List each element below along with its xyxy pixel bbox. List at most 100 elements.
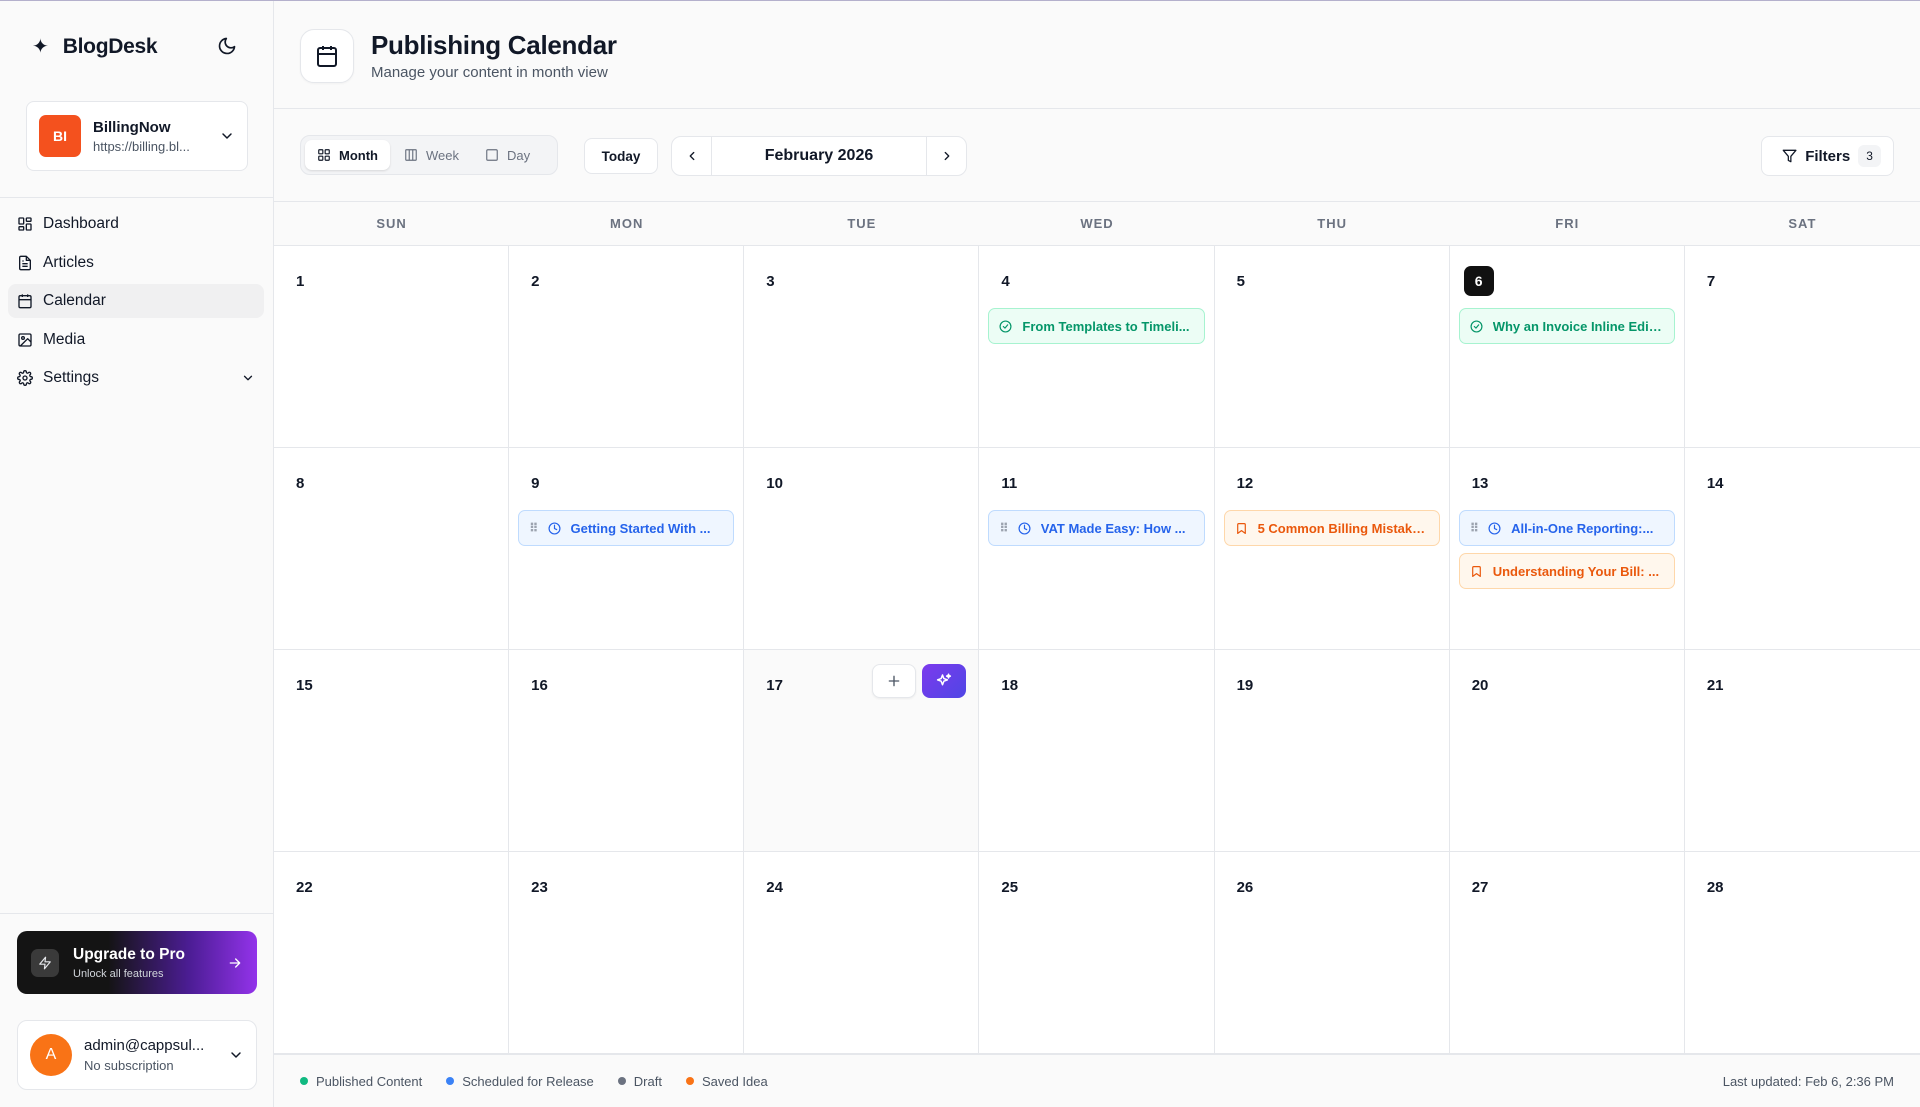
day-number: 21 [1706, 676, 1724, 694]
event-title: VAT Made Easy: How ... [1040, 520, 1186, 536]
drag-handle-icon[interactable]: ⠿ [1470, 521, 1479, 535]
day-events: Why an Invoice Inline Edit... [1458, 308, 1675, 351]
calendar-day-cell[interactable]: 18 [979, 650, 1215, 852]
add-post-button[interactable] [872, 664, 917, 698]
calendar-day-cell[interactable]: 14 [1684, 448, 1920, 650]
calendar-day-cell[interactable]: 22 [274, 852, 510, 1054]
status-legend: Published Content Scheduled for Release … [274, 1054, 1920, 1107]
calendar-day-cell[interactable]: 9 ⠿ Getting Started With ... [509, 448, 745, 650]
calendar-grid: 1 2 3 4 From Templates to Timeli... 5 6 Why an … [274, 246, 1920, 1054]
chevron-left-icon [689, 151, 694, 161]
chevron-right-icon [944, 151, 949, 161]
calendar-day-cell[interactable]: 13 ⠿ All-in-One Reporting:... Understanding… [1449, 448, 1685, 650]
calendar-day-cell[interactable]: 23 [509, 852, 745, 1054]
sidebar-item-articles[interactable]: Articles [8, 246, 264, 280]
day-events: 5 Common Billing Mistake... [1223, 510, 1440, 553]
event-idea[interactable]: Understanding Your Bill: ... [1458, 553, 1675, 589]
calendar-day-cell[interactable]: 19 [1214, 650, 1450, 852]
calendar-day-cell[interactable]: 21 [1684, 650, 1920, 852]
bookmark-icon [1470, 565, 1483, 578]
event-scheduled[interactable]: ⠿ Getting Started With ... [518, 510, 735, 546]
day-number: 13 [1471, 474, 1489, 492]
calendar-day-cell[interactable]: 24 [744, 852, 980, 1054]
upgrade-subtitle: Unlock all features [73, 967, 164, 980]
day-number: 8 [296, 474, 305, 492]
next-month-button[interactable] [926, 137, 966, 175]
filters-button[interactable]: Filters 3 [1761, 136, 1894, 176]
drag-handle-icon[interactable]: ⠿ [999, 521, 1008, 535]
image-icon [18, 332, 32, 347]
page-title: Publishing Calendar [371, 30, 617, 60]
view-week-button[interactable]: Week [392, 140, 471, 170]
page-subtitle: Manage your content in month view [371, 64, 608, 81]
event-published[interactable]: From Templates to Timeli... [988, 308, 1205, 344]
grid-icon [318, 149, 330, 161]
clock-icon [1488, 521, 1501, 535]
divider [0, 913, 273, 914]
day-number: 1 [296, 272, 305, 290]
workspace-switcher[interactable]: BI BillingNow https://billing.bl... [26, 101, 248, 171]
calendar-day-cell[interactable]: 8 [274, 448, 510, 650]
calendar-day-cell[interactable]: 4 From Templates to Timeli... [979, 246, 1215, 448]
sparkle-logo-icon: ✦ [32, 36, 49, 58]
day-number: 3 [766, 272, 775, 290]
calendar-day-cell[interactable]: 28 [1684, 852, 1920, 1054]
day-number: 9 [531, 474, 540, 492]
calendar-day-cell[interactable]: 26 [1214, 852, 1450, 1054]
divider [0, 197, 273, 198]
day-number: 15 [296, 676, 313, 694]
sidebar-item-calendar[interactable]: Calendar [8, 284, 264, 318]
legend-dot [617, 1077, 626, 1085]
day-number: 18 [1001, 676, 1019, 694]
day-events: ⠿ All-in-One Reporting:... Understanding Y… [1458, 510, 1675, 596]
bookmark-icon [1235, 522, 1248, 535]
sidebar-item-dashboard[interactable]: Dashboard [8, 207, 264, 241]
legend-item-draft: Draft [617, 1074, 662, 1089]
avatar: A [30, 1034, 72, 1076]
event-idea[interactable]: 5 Common Billing Mistake... [1223, 510, 1440, 546]
day-cell-actions [872, 664, 967, 698]
theme-toggle-button[interactable] [214, 33, 240, 59]
calendar-day-cell[interactable]: 11 ⠿ VAT Made Easy: How ... [979, 448, 1215, 650]
calendar-day-cell[interactable]: 7 [1684, 246, 1920, 448]
view-month-button[interactable]: Month [305, 140, 390, 170]
event-scheduled[interactable]: ⠿ VAT Made Easy: How ... [988, 510, 1205, 546]
legend-label: Published Content [316, 1073, 423, 1089]
calendar-day-cell[interactable]: 27 [1449, 852, 1685, 1054]
day-number: 23 [531, 878, 548, 896]
calendar-toolbar: Month Week Day Today February 2026 Filte… [274, 109, 1920, 202]
document-icon [19, 255, 31, 270]
view-label: Month [339, 147, 378, 163]
weekday-label: SUN [376, 216, 407, 231]
calendar-day-cell[interactable]: 12 5 Common Billing Mistake... [1214, 448, 1450, 650]
event-published[interactable]: Why an Invoice Inline Edit... [1458, 308, 1675, 344]
previous-month-button[interactable] [672, 137, 712, 175]
calendar-day-cell[interactable]: 10 [744, 448, 980, 650]
upgrade-to-pro-button[interactable]: Upgrade to Pro Unlock all features [17, 931, 257, 994]
calendar-day-cell[interactable]: 3 [744, 246, 980, 448]
weekday-label: TUE [847, 216, 877, 231]
calendar-icon [18, 294, 32, 309]
drag-handle-icon[interactable]: ⠿ [529, 521, 538, 535]
calendar-day-cell[interactable]: 2 [509, 246, 745, 448]
current-month-label: February 2026 [764, 147, 874, 164]
event-title: Getting Started With ... [570, 520, 711, 536]
calendar-day-cell[interactable]: 1 [274, 246, 510, 448]
sidebar-item-media[interactable]: Media [8, 323, 264, 357]
calendar-day-cell[interactable]: 5 [1214, 246, 1450, 448]
view-day-button[interactable]: Day [473, 140, 542, 170]
calendar-day-cell[interactable]: 6 Why an Invoice Inline Edit... [1449, 246, 1685, 448]
event-scheduled[interactable]: ⠿ All-in-One Reporting:... [1458, 510, 1675, 546]
calendar-day-cell[interactable]: 17 [744, 650, 980, 852]
brand[interactable]: ✦ BlogDesk [32, 35, 158, 59]
calendar-day-cell[interactable]: 15 [274, 650, 510, 852]
calendar-day-cell[interactable]: 16 [509, 650, 745, 852]
sidebar-item-settings[interactable]: Settings [8, 361, 264, 395]
calendar-day-cell[interactable]: 20 [1449, 650, 1685, 852]
square-icon [486, 149, 498, 161]
today-button[interactable]: Today [584, 138, 658, 174]
view-switcher: Month Week Day [300, 135, 558, 175]
account-menu[interactable]: A admin@cappsul... No subscription [17, 1020, 257, 1090]
ai-generate-button[interactable] [922, 664, 967, 698]
calendar-day-cell[interactable]: 25 [979, 852, 1215, 1054]
